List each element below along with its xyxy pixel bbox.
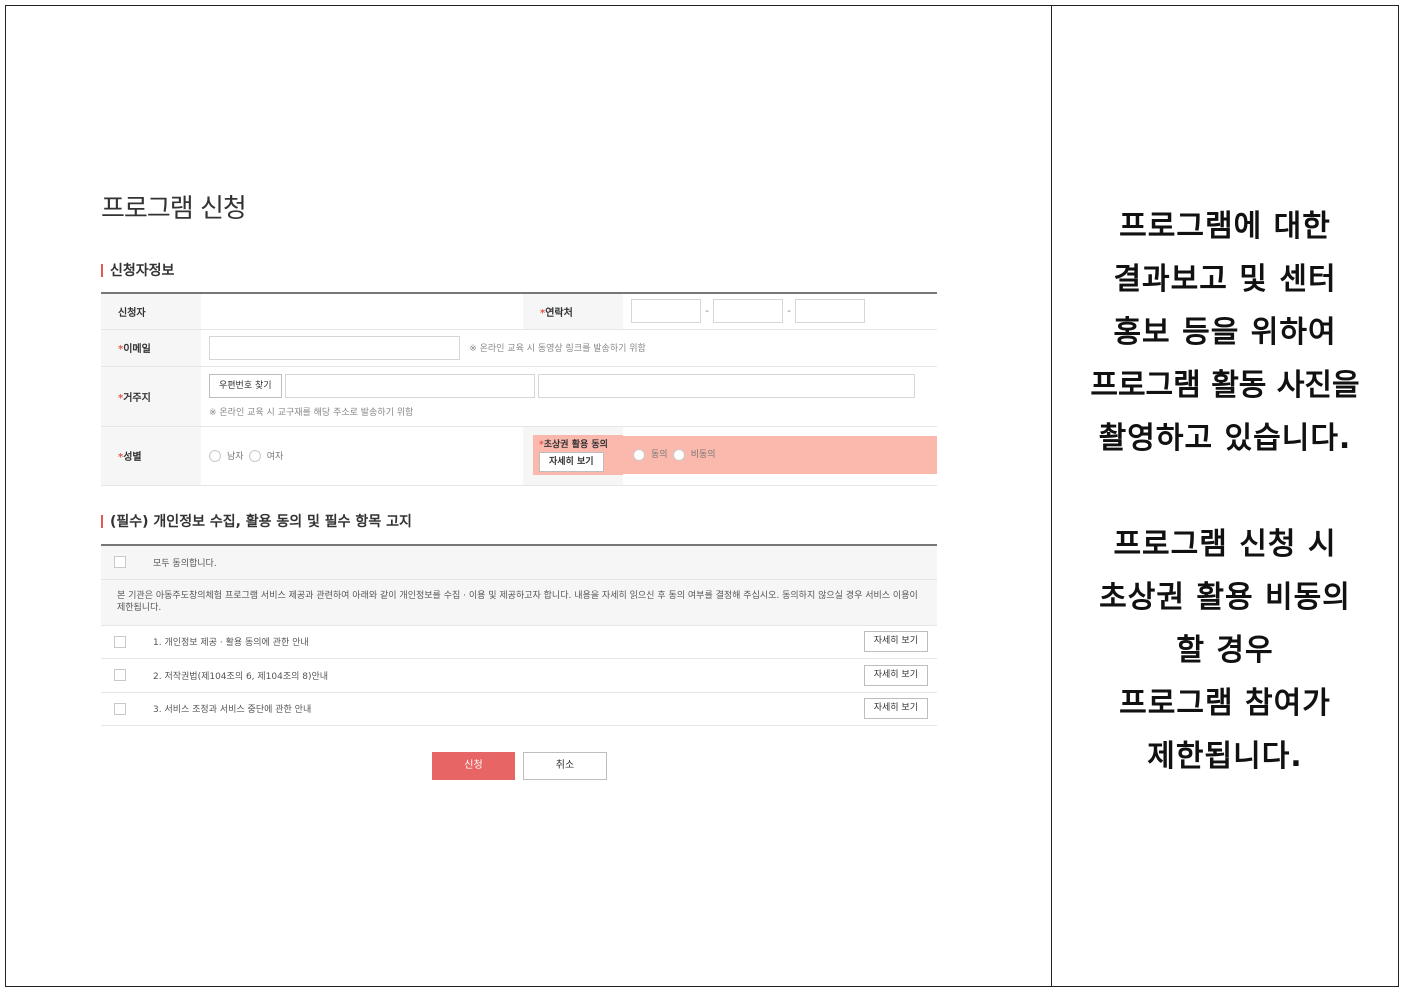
portrait-value-cell: 동의 비동의 [623,426,937,486]
row-applicant-contact: 신청자 *연락처 -- [101,293,937,330]
side-notice-spacer [1052,465,1398,518]
side-notice-line: 프로그램 참여가 [1119,686,1331,721]
agree-item-1-detail-button[interactable]: 자세히 보기 [863,631,928,652]
row-address: *거주지 우편번호 찾기 ※ 온라인 교육 시 교구재를 해당 주소로 발송하기… [101,366,937,427]
side-notice-line: 프로그램 신청 시 [1113,527,1337,562]
contact-label: *연락처 [523,293,623,330]
address-label: *거주지 [101,366,201,427]
side-notice-line: 홍보 등을 위하여 [1113,315,1337,350]
side-notice: 프로그램에 대한 결과보고 및 센터 홍보 등을 위하여 프로그램 활동 사진을… [1052,200,1398,783]
row-gender-portrait: *성별 남자 여자 *초상권 활용 동의 자세히 보기 동의 비동의 [101,426,937,486]
section-bar-icon [101,514,103,528]
gender-label: *성별 [101,426,201,486]
agree-item-3-checkbox[interactable] [114,702,126,715]
gender-value: 남자 여자 [201,426,523,486]
contact-value: -- [623,293,937,330]
privacy-agree-table: 모두 동의합니다. 본 기관은 아동주도창의체험 프로그램 서비스 제공과 관련… [101,544,937,726]
email-label: *이메일 [101,329,201,367]
side-notice-line: 할 경우 [1176,633,1274,668]
agree-item-row: 1. 개인정보 제공 · 활용 동의에 관한 안내 자세히 보기 [101,625,937,659]
gender-female-radio[interactable] [248,449,261,462]
agree-item-3-label: 3. 서비스 조정과 서비스 중단에 관한 안내 [139,692,857,726]
phone-part1-input[interactable] [631,299,701,324]
applicant-value [201,293,523,330]
gender-male-label: 남자 [227,452,244,462]
side-notice-line: 촬영하고 있습니다. [1098,421,1352,456]
agree-item-2-detail-button[interactable]: 자세히 보기 [863,664,928,686]
zip-search-button[interactable]: 우편번호 찾기 [209,374,282,398]
portrait-options-highlight: 동의 비동의 [623,435,937,474]
agree-all-checkbox-cell [101,545,139,580]
cancel-button[interactable]: 취소 [523,752,607,780]
portrait-disagree-label: 비동의 [690,449,716,460]
page-title: 프로그램 신청 [101,194,247,224]
portrait-consent-label: *초상권 활용 동의 자세히 보기 [533,434,623,475]
privacy-notice-text: 본 기관은 아동주도창의체험 프로그램 서비스 제공과 관련하여 아래와 같이 … [101,579,937,626]
applicant-section-title: 신청자정보 [101,260,174,280]
phone-part3-input[interactable] [795,299,865,324]
gender-male-radio[interactable] [209,449,221,462]
address-value: 우편번호 찾기 ※ 온라인 교육 시 교구재를 해당 주소로 발송하기 위함 [201,366,937,427]
email-note: ※ 온라인 교육 시 동영상 링크를 발송하기 위함 [469,344,646,354]
side-notice-line: 프로그램 활동 사진을 [1090,368,1360,403]
side-notice-line: 제한됩니다. [1147,739,1303,774]
agree-item-3-detail-button[interactable]: 자세히 보기 [863,698,928,719]
portrait-disagree-radio[interactable] [672,448,685,461]
phone-dash-2: - [787,305,791,317]
agree-all-row: 모두 동의합니다. [101,545,937,580]
address-note: ※ 온라인 교육 시 교구재를 해당 주소로 발송하기 위함 [209,408,414,418]
side-notice-line: 초상권 활용 비동의 [1099,580,1351,615]
phone-dash-1: - [705,305,709,317]
applicant-label: 신청자 [101,293,201,330]
agree-all-label: 모두 동의합니다. [139,545,937,580]
section-bar-icon [101,263,103,277]
email-value: ※ 온라인 교육 시 동영상 링크를 발송하기 위함 [201,329,937,367]
agree-item-row: 2. 저작권법(제104조의 6, 제104조의 8)안내 자세히 보기 [101,658,937,693]
email-input[interactable] [209,335,460,360]
privacy-notice-row: 본 기관은 아동주도창의체험 프로그램 서비스 제공과 관련하여 아래와 같이 … [101,579,937,626]
row-email: *이메일 ※ 온라인 교육 시 동영상 링크를 발송하기 위함 [101,329,937,367]
applicant-form-table: 신청자 *연락처 -- *이메일 ※ 온라인 교육 시 동영상 링크를 발송하기… [101,292,937,486]
portrait-detail-button[interactable]: 자세히 보기 [539,451,604,472]
privacy-section-title-text: (필수) 개인정보 수집, 활용 동의 및 필수 항목 고지 [110,514,412,530]
gender-female-label: 여자 [266,452,284,462]
phone-part2-input[interactable] [713,299,783,324]
portrait-label-cell: *초상권 활용 동의 자세히 보기 [523,426,623,486]
agree-item-1-checkbox[interactable] [114,635,126,648]
privacy-section-title: (필수) 개인정보 수집, 활용 동의 및 필수 항목 고지 [101,511,412,531]
form-screenshot-panel: 프로그램 신청 신청자정보 신청자 *연락처 -- *이메일 ※ 온라인 교육 … [0,0,1051,992]
submit-button[interactable]: 신청 [432,752,515,780]
agree-item-2-label: 2. 저작권법(제104조의 6, 제104조의 8)안내 [139,658,857,693]
side-notice-line: 프로그램에 대한 [1119,209,1331,244]
agree-item-row: 3. 서비스 조정과 서비스 중단에 관한 안내 자세히 보기 [101,692,937,726]
agree-all-checkbox[interactable] [114,556,126,569]
zip-code-input[interactable] [284,374,535,398]
portrait-agree-label: 동의 [651,449,668,460]
portrait-agree-radio[interactable] [633,448,645,461]
applicant-section-title-text: 신청자정보 [110,263,175,279]
address-input[interactable] [537,374,915,398]
side-notice-line: 결과보고 및 센터 [1113,262,1337,297]
agree-item-1-label: 1. 개인정보 제공 · 활용 동의에 관한 안내 [139,625,857,659]
agree-item-2-checkbox[interactable] [114,669,126,681]
